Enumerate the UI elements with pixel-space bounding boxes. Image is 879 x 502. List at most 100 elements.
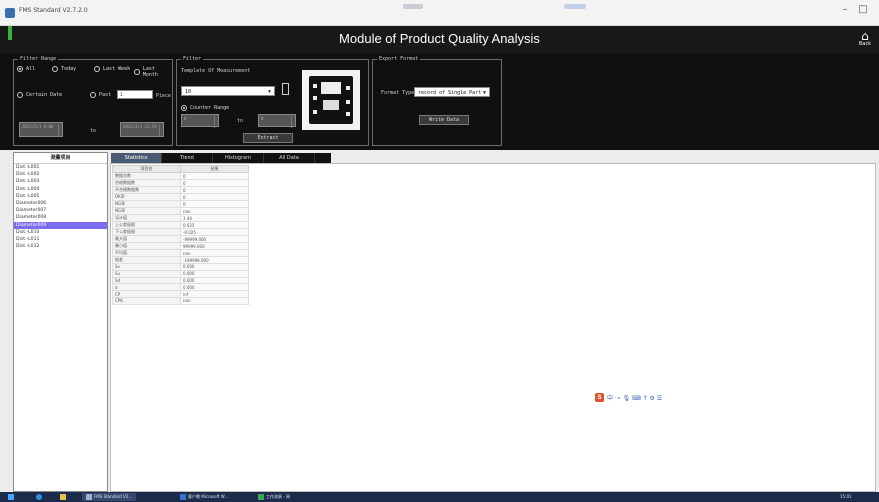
list-item[interactable]: Dist.-L012	[14, 243, 107, 250]
maximize-button[interactable]: □	[853, 4, 873, 15]
table-row: NG率 0	[112, 200, 249, 208]
stat-name: 极差	[112, 256, 181, 264]
stat-value: 0.000	[180, 276, 249, 285]
template-label: Template Of Measurement	[181, 68, 251, 74]
table-row: 上公差极限 0.025	[112, 221, 249, 229]
filter-label: Filter	[181, 56, 204, 62]
list-item[interactable]: Dist.-L005	[14, 193, 107, 200]
table-row: 最大值 -99999.000	[112, 235, 249, 243]
list-item[interactable]: Dist.-L003	[14, 178, 107, 185]
tab-all-data[interactable]: All Data	[264, 153, 315, 163]
stat-value: inf	[180, 290, 249, 298]
start-icon[interactable]	[8, 493, 14, 501]
stat-value: 0	[180, 172, 249, 180]
format-type-label: Format Type	[381, 90, 415, 96]
module-header: Module of Product Quality Analysis ⌂ Bac…	[0, 26, 879, 54]
write-data-button[interactable]: Write Data	[419, 115, 469, 125]
statistics-table: 项目名 结果 数据总数 0 合格数据数 0 不合格数据数 0 OK率 0 NG率 0 NG率 nan 设…	[112, 165, 249, 305]
stat-name: 设计值	[112, 214, 181, 222]
stat-name: NG率	[112, 200, 181, 208]
template-preview-image	[302, 70, 360, 130]
tab-trend[interactable]: Trend	[162, 153, 213, 163]
stat-name: 平均值	[112, 249, 181, 257]
radio-dot	[17, 66, 23, 72]
drag-handle[interactable]	[403, 4, 423, 9]
device-image	[309, 76, 353, 124]
table-row: OK率 0	[112, 193, 249, 201]
stat-value: 0.025	[180, 221, 249, 229]
list-item[interactable]: Dist.-L002	[14, 171, 107, 178]
list-item[interactable]: Dist.-L010	[14, 229, 107, 236]
radio-dot	[17, 92, 23, 98]
table-row: 最小值 99999.000	[112, 242, 249, 250]
template-file-icon[interactable]	[282, 83, 289, 95]
chevron-down-icon: ▼	[267, 89, 271, 95]
radio-all[interactable]: All	[17, 66, 35, 72]
list-item[interactable]: Dist.-L004	[14, 186, 107, 193]
ime-tools-icons: 中 ·∘ 🎙 ⌨ ↑ ⚙ ☰	[607, 394, 663, 402]
chevron-down-icon: ▼	[482, 90, 486, 96]
stat-name: CPK	[112, 296, 181, 305]
list-items: Dist.-L001 Dist.-L002 Dist.-L003 Dist.-L004…	[14, 164, 107, 250]
tab-strip: Statistics Trend Histogram All Data	[111, 153, 315, 163]
back-button[interactable]: ⌂ Back	[859, 29, 871, 47]
table-row: CPK nan	[112, 296, 249, 305]
drag-handle-2[interactable]	[564, 4, 586, 9]
stat-value: -0.025	[180, 228, 249, 236]
ime-toolbar[interactable]: S 中 ·∘ 🎙 ⌨ ↑ ⚙ ☰	[595, 392, 662, 402]
tab-histogram[interactable]: Histogram	[213, 153, 264, 163]
measurement-item-list[interactable]: 测量项目 Dist.-L001 Dist.-L002 Dist.-L003 Dist.…	[13, 152, 108, 492]
stat-value: 0	[180, 193, 249, 201]
extract-button[interactable]: Extract	[243, 133, 293, 143]
ime-logo-icon: S	[595, 392, 604, 402]
window-title-bar[interactable]: FMS Standard V2.7.2.0 – □	[0, 0, 879, 26]
stat-value: 0	[180, 179, 249, 187]
radio-certain-date[interactable]: Certain Date	[17, 92, 62, 98]
radio-today[interactable]: Today	[52, 66, 76, 72]
date-to-field[interactable]: 2023/3/1 23:59	[120, 122, 164, 137]
list-item[interactable]: Dist.-L001	[14, 164, 107, 171]
date-from-field[interactable]: 2023/3/1 0:00	[19, 122, 63, 137]
table-row: NG率 nan	[112, 207, 249, 215]
counter-from-field[interactable]: 0	[181, 114, 219, 128]
stat-name: 上公差极限	[112, 221, 181, 229]
browser-icon[interactable]	[36, 493, 42, 501]
format-type-select[interactable]: record of Single Part ▼	[414, 87, 490, 97]
export-label: Export Format	[377, 56, 421, 62]
table-row: Sx 0.000	[112, 263, 249, 271]
stat-value: 99999.000	[180, 242, 249, 250]
radio-counter-range[interactable]: Counter Range	[181, 105, 229, 111]
list-item[interactable]: Diameter008	[14, 214, 107, 221]
export-group: Export Format Format Type record of Sing…	[372, 56, 502, 146]
table-row: 极差 -199998.000	[112, 256, 249, 264]
template-select[interactable]: 10 ▼	[181, 86, 275, 96]
window-title: FMS Standard V2.7.2.0	[19, 7, 88, 14]
taskbar-app-fms[interactable]: FMS Standard V2...	[82, 493, 137, 501]
tab-statistics[interactable]: Statistics	[111, 153, 162, 163]
list-item[interactable]: Diameter009	[14, 221, 107, 229]
stat-name: Sd	[112, 276, 181, 285]
radio-past[interactable]: Past	[90, 92, 111, 98]
radio-last-week[interactable]: Last Week	[94, 66, 130, 72]
list-item[interactable]: Dist.-L011	[14, 236, 107, 243]
table-row: 不合格数据数 0	[112, 186, 249, 194]
stat-name: CP	[112, 290, 181, 298]
stat-value: nan	[180, 296, 249, 305]
stat-name: OK率	[112, 193, 181, 201]
past-count-stepper[interactable]: 1	[117, 90, 153, 99]
list-item[interactable]: Diameter006	[14, 200, 107, 207]
folder-icon[interactable]	[60, 493, 66, 501]
counter-to-label: to	[237, 118, 244, 124]
taskbar: FMS Standard V2... 客户需 Microsoft W... 工作…	[0, 492, 879, 502]
taskbar-app-sheet[interactable]: 工作流表 - 网	[258, 493, 290, 501]
past-unit-label: Piece	[156, 93, 172, 99]
list-item[interactable]: Diameter007	[14, 207, 107, 214]
minimize-button[interactable]: –	[835, 4, 855, 15]
stat-name: 不合格数据数	[112, 186, 181, 194]
time-range-label: Filter Range	[18, 56, 59, 62]
stat-name: 合格数据数	[112, 179, 181, 187]
radio-last-month[interactable]: Last Month	[134, 66, 172, 78]
taskbar-app-word[interactable]: 客户需 Microsoft W...	[180, 493, 228, 501]
counter-to-field[interactable]: 0	[258, 114, 296, 128]
clock[interactable]: 15:01	[840, 493, 852, 501]
